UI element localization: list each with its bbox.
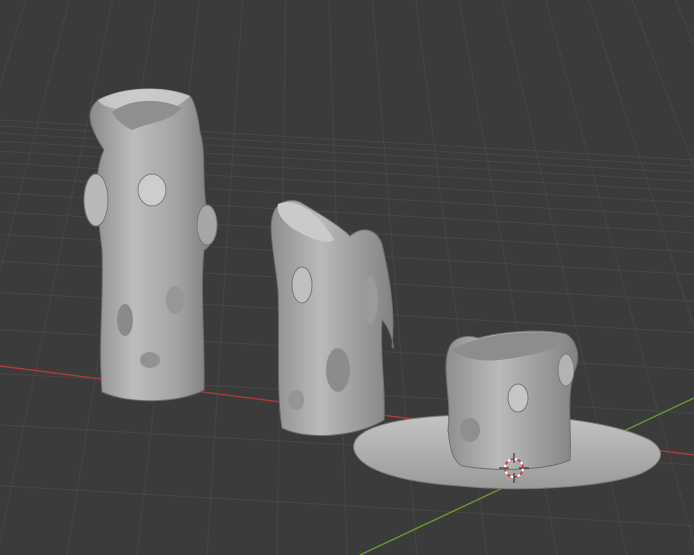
3d-viewport[interactable]	[0, 0, 694, 555]
short-candle-with-dish-object[interactable]	[353, 330, 662, 490]
medium-candle-object[interactable]	[270, 199, 395, 436]
viewport-canvas[interactable]	[0, 0, 694, 555]
grid-line	[0, 485, 694, 527]
tall-candle-object[interactable]	[83, 88, 218, 402]
